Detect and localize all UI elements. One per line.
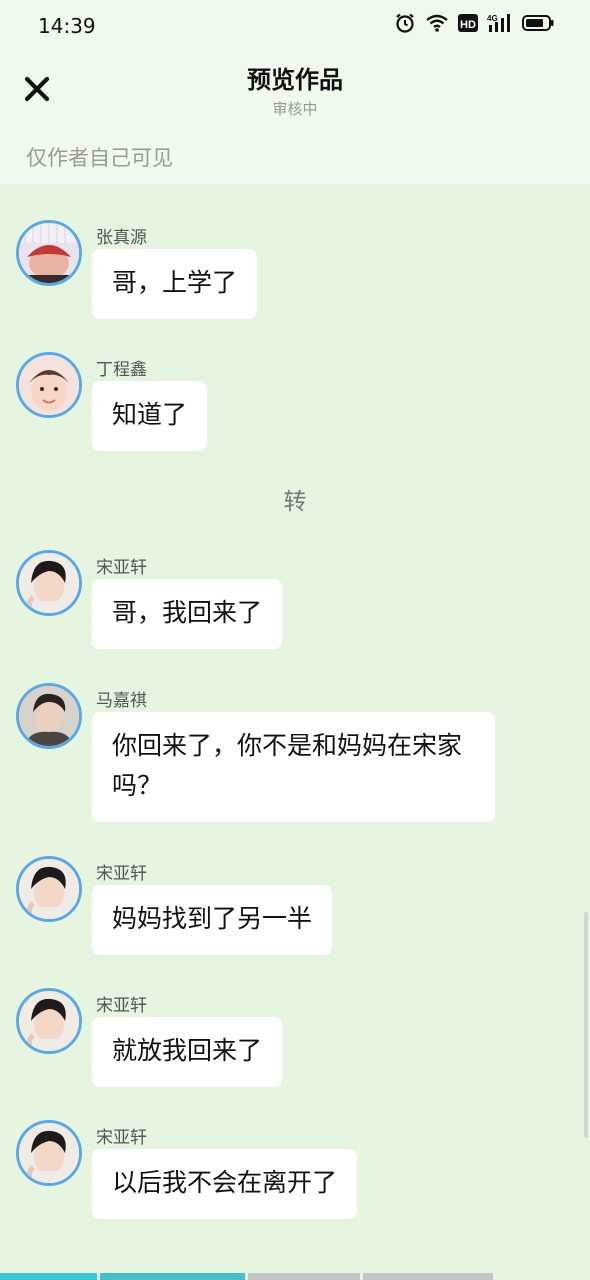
avatar[interactable] [16,220,82,286]
svg-text:HD: HD [460,19,476,31]
avatar[interactable] [16,1120,82,1186]
sender-name: 张真源 [96,228,147,248]
avatar[interactable] [16,988,82,1054]
message-bubble[interactable]: 以后我不会在离开了 [92,1149,358,1219]
avatar-image [19,355,79,415]
sender-name: 宋亚轩 [96,1128,147,1148]
message-bubble[interactable]: 你回来了，你不是和妈妈在宋家吗？ [92,712,495,822]
avatar-image [19,223,79,283]
svg-text:4G: 4G [487,14,498,23]
sender-name: 宋亚轩 [96,864,147,884]
scrollbar[interactable] [584,912,588,1138]
avatar[interactable] [16,683,82,749]
alarm-icon [396,13,414,33]
message-bubble[interactable]: 知道了 [92,381,208,451]
message-bubble[interactable]: 哥，上学了 [92,249,258,319]
message-bubble[interactable]: 哥，我回来了 [92,579,283,649]
sender-name: 丁程鑫 [96,360,147,380]
avatar-image [19,686,79,746]
signal-4g-icon: 4G [487,14,510,32]
avatar-image [19,991,79,1051]
progress-segment [100,1273,245,1280]
status-icons: HD 4G [394,12,554,34]
sender-name: 宋亚轩 [96,558,147,578]
visibility-note: 仅作者自己可见 [26,146,173,170]
progress-segment [248,1273,360,1280]
avatar-image [19,859,79,919]
avatar[interactable] [16,352,82,418]
battery-icon [522,15,554,31]
header: 14:39 HD 4G 预览作品 审核中 仅作者自己可见 [0,0,590,184]
sender-name: 宋亚轩 [96,996,147,1016]
hd-icon: HD [458,14,478,32]
review-status: 审核中 [272,100,318,118]
avatar-image [19,1123,79,1183]
sender-name: 马嘉祺 [96,691,147,711]
wifi-icon [426,14,448,32]
status-time: 14:39 [38,14,96,38]
progress-segment [363,1273,493,1280]
avatar[interactable] [16,856,82,922]
page-title: 预览作品 [247,66,343,94]
reading-progress-bar [0,1273,590,1280]
progress-segment [0,1273,97,1280]
message-bubble[interactable]: 就放我回来了 [92,1017,283,1087]
scene-divider: 转 [283,489,307,515]
avatar[interactable] [16,550,82,616]
avatar-image [19,553,79,613]
message-bubble[interactable]: 妈妈找到了另一半 [92,885,333,955]
